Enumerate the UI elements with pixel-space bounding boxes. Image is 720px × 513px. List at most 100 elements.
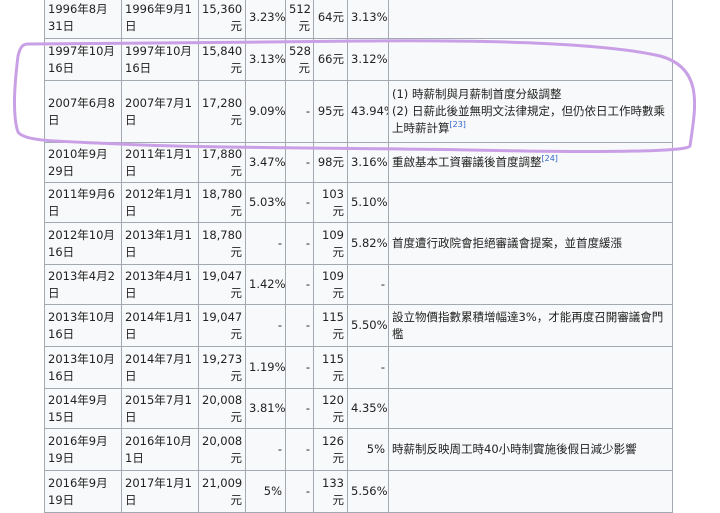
effective-date-cell: 2012年1月1日 — [121, 182, 199, 223]
daily-increase-cell: - — [347, 264, 389, 305]
daily-wage-cell: 103元 — [313, 182, 348, 223]
table-row: 2010年9月29日 2011年1月1日 17,880元 3.47% -98元 3.16%… — [44, 142, 673, 183]
monthly-increase-cell: - — [245, 428, 286, 471]
note-cell — [388, 0, 673, 39]
note-cell: 時薪制反映周工時40小時制實施後假日減少影響 — [388, 428, 673, 471]
hourly-wage-cell: 512元 — [285, 0, 314, 39]
table-row: 2016年9月19日 2017年1月1日 21,009元 5% -133元 5.56% — [44, 470, 673, 513]
note-text: (2) 日薪此後並無明文法律規定，但仍依日工作時數乘上時薪計算 — [392, 104, 665, 135]
monthly-wage-cell: 17,880元 — [198, 142, 246, 183]
monthly-increase-cell: 9.09% — [245, 80, 286, 143]
note-line: 首度遭行政院會拒絕審議會提案，並首度緩漲 — [392, 235, 669, 252]
monthly-wage-cell: 20,008元 — [198, 428, 246, 471]
monthly-wage-cell: 19,047元 — [198, 264, 246, 305]
table-row: 1997年10月16日 1997年10月16日 15,840元 3.13% 528元 66… — [44, 38, 673, 81]
daily-increase-cell: - — [347, 346, 389, 389]
daily-wage-cell: 115元 — [313, 304, 348, 347]
note-line: (1) 時薪制與月薪制首度分級調整 — [392, 86, 669, 103]
hourly-wage-cell: 528元 — [285, 38, 314, 81]
daily-wage-cell: 98元 — [313, 142, 348, 183]
monthly-increase-cell: 1.19% — [245, 346, 286, 389]
note-line: 時薪制反映周工時40小時制實施後假日減少影響 — [392, 441, 669, 458]
effective-date-cell: 2015年7月1日 — [121, 388, 199, 429]
reference-link[interactable]: [24] — [542, 154, 558, 163]
note-text: 重啟基本工資審議後首度調整 — [392, 155, 542, 169]
effective-date-cell: 1997年10月16日 — [121, 38, 199, 81]
monthly-increase-cell: 3.23% — [245, 0, 286, 39]
hourly-wage-cell: - — [285, 80, 314, 143]
announced-date-cell: 1996年8月31日 — [44, 0, 122, 39]
daily-wage-cell: 115元 — [313, 346, 348, 389]
monthly-increase-cell: 3.47% — [245, 142, 286, 183]
table-body: 1996年8月31日 1996年9月1日 15,360元 3.23% 512元 64元 3.… — [44, 0, 673, 513]
daily-increase-cell: 3.12% — [347, 38, 389, 81]
daily-increase-cell: 5.56% — [347, 470, 389, 513]
table-row: 1996年8月31日 1996年9月1日 15,360元 3.23% 512元 64元 3.… — [44, 0, 673, 39]
table-row: 2007年6月8日2007年7月1日17,280元9.09%-95元43.94%… — [44, 80, 673, 143]
note-line: (2) 日薪此後並無明文法律規定，但仍依日工作時數乘上時薪計算[23] — [392, 103, 669, 137]
announced-date-cell: 2014年9月15日 — [44, 388, 122, 429]
daily-increase-cell: 5% — [347, 428, 389, 471]
note-cell — [388, 346, 673, 389]
daily-wage-cell: 95元 — [313, 80, 348, 143]
monthly-increase-cell: 5% — [245, 470, 286, 513]
table-row: 2012年10月16日 2013年1月1日 18,780元 - -109元 5.82% 首度… — [44, 222, 673, 265]
announced-date-cell: 2010年9月29日 — [44, 142, 122, 183]
note-cell: 重啟基本工資審議後首度調整[24] — [388, 142, 673, 183]
note-cell: (1) 時薪制與月薪制首度分級調整 (2) 日薪此後並無明文法律規定，但仍依日工作… — [388, 80, 673, 143]
effective-date-cell: 2013年1月1日 — [121, 222, 199, 265]
effective-date-cell: 2017年1月1日 — [121, 470, 199, 513]
announced-date-cell: 2013年4月2日 — [44, 264, 122, 305]
monthly-wage-cell: 19,047元 — [198, 304, 246, 347]
monthly-increase-cell: 3.81% — [245, 388, 286, 429]
effective-date-cell: 1996年9月1日 — [121, 0, 199, 39]
monthly-wage-cell: 21,009元 — [198, 470, 246, 513]
table-row: 2013年10月16日 2014年7月1日 19,273元 1.19% -115元 - — [44, 346, 673, 389]
note-text: (1) 時薪制與月薪制首度分級調整 — [392, 87, 562, 101]
effective-date-cell: 2014年7月1日 — [121, 346, 199, 389]
hourly-wage-cell: - — [285, 346, 314, 389]
daily-wage-cell: 64元 — [313, 0, 348, 39]
announced-date-cell: 2012年10月16日 — [44, 222, 122, 265]
announced-date-cell: 2011年9月6日 — [44, 182, 122, 223]
monthly-wage-cell: 15,360元 — [198, 0, 246, 39]
announced-date-cell: 2013年10月16日 — [44, 346, 122, 389]
note-text: 首度遭行政院會拒絕審議會提案，並首度緩漲 — [392, 236, 622, 250]
hourly-wage-cell: - — [285, 428, 314, 471]
daily-wage-cell: 109元 — [313, 264, 348, 305]
minimum-wage-history-table: 1996年8月31日 1996年9月1日 15,360元 3.23% 512元 64元 3.… — [44, 0, 673, 513]
hourly-wage-cell: - — [285, 304, 314, 347]
effective-date-cell: 2011年1月1日 — [121, 142, 199, 183]
effective-date-cell: 2016年10月1日 — [121, 428, 199, 471]
note-cell — [388, 182, 673, 223]
daily-increase-cell: 43.94% — [347, 80, 389, 143]
daily-increase-cell: 3.16% — [347, 142, 389, 183]
note-cell: 設立物價指數累積增幅達3%，才能再度召開審議會門檻 — [388, 304, 673, 347]
effective-date-cell: 2007年7月1日 — [121, 80, 199, 143]
monthly-increase-cell: - — [245, 304, 286, 347]
note-line: 重啟基本工資審議後首度調整[24] — [392, 154, 669, 171]
note-cell — [388, 38, 673, 81]
announced-date-cell: 2016年9月19日 — [44, 470, 122, 513]
monthly-increase-cell: - — [245, 222, 286, 265]
table-row: 2014年9月15日 2015年7月1日 20,008元 3.81% -120元 4.35… — [44, 388, 673, 429]
hourly-wage-cell: - — [285, 222, 314, 265]
hourly-wage-cell: - — [285, 142, 314, 183]
announced-date-cell: 2016年9月19日 — [44, 428, 122, 471]
daily-wage-cell: 133元 — [313, 470, 348, 513]
monthly-wage-cell: 20,008元 — [198, 388, 246, 429]
daily-wage-cell: 120元 — [313, 388, 348, 429]
monthly-increase-cell: 1.42% — [245, 264, 286, 305]
note-text: 時薪制反映周工時40小時制實施後假日減少影響 — [392, 442, 637, 456]
daily-wage-cell: 66元 — [313, 38, 348, 81]
table-row: 2011年9月6日 2012年1月1日 18,780元 5.03% -103元 5.10% — [44, 182, 673, 223]
reference-link[interactable]: [23] — [450, 120, 466, 129]
note-cell — [388, 470, 673, 513]
note-line: 設立物價指數累積增幅達3%，才能再度召開審議會門檻 — [392, 309, 669, 343]
monthly-wage-cell: 17,280元 — [198, 80, 246, 143]
note-cell: 首度遭行政院會拒絕審議會提案，並首度緩漲 — [388, 222, 673, 265]
note-cell — [388, 264, 673, 305]
note-text: 設立物價指數累積增幅達3%，才能再度召開審議會門檻 — [392, 309, 664, 341]
note-cell — [388, 388, 673, 429]
hourly-wage-cell: - — [285, 264, 314, 305]
